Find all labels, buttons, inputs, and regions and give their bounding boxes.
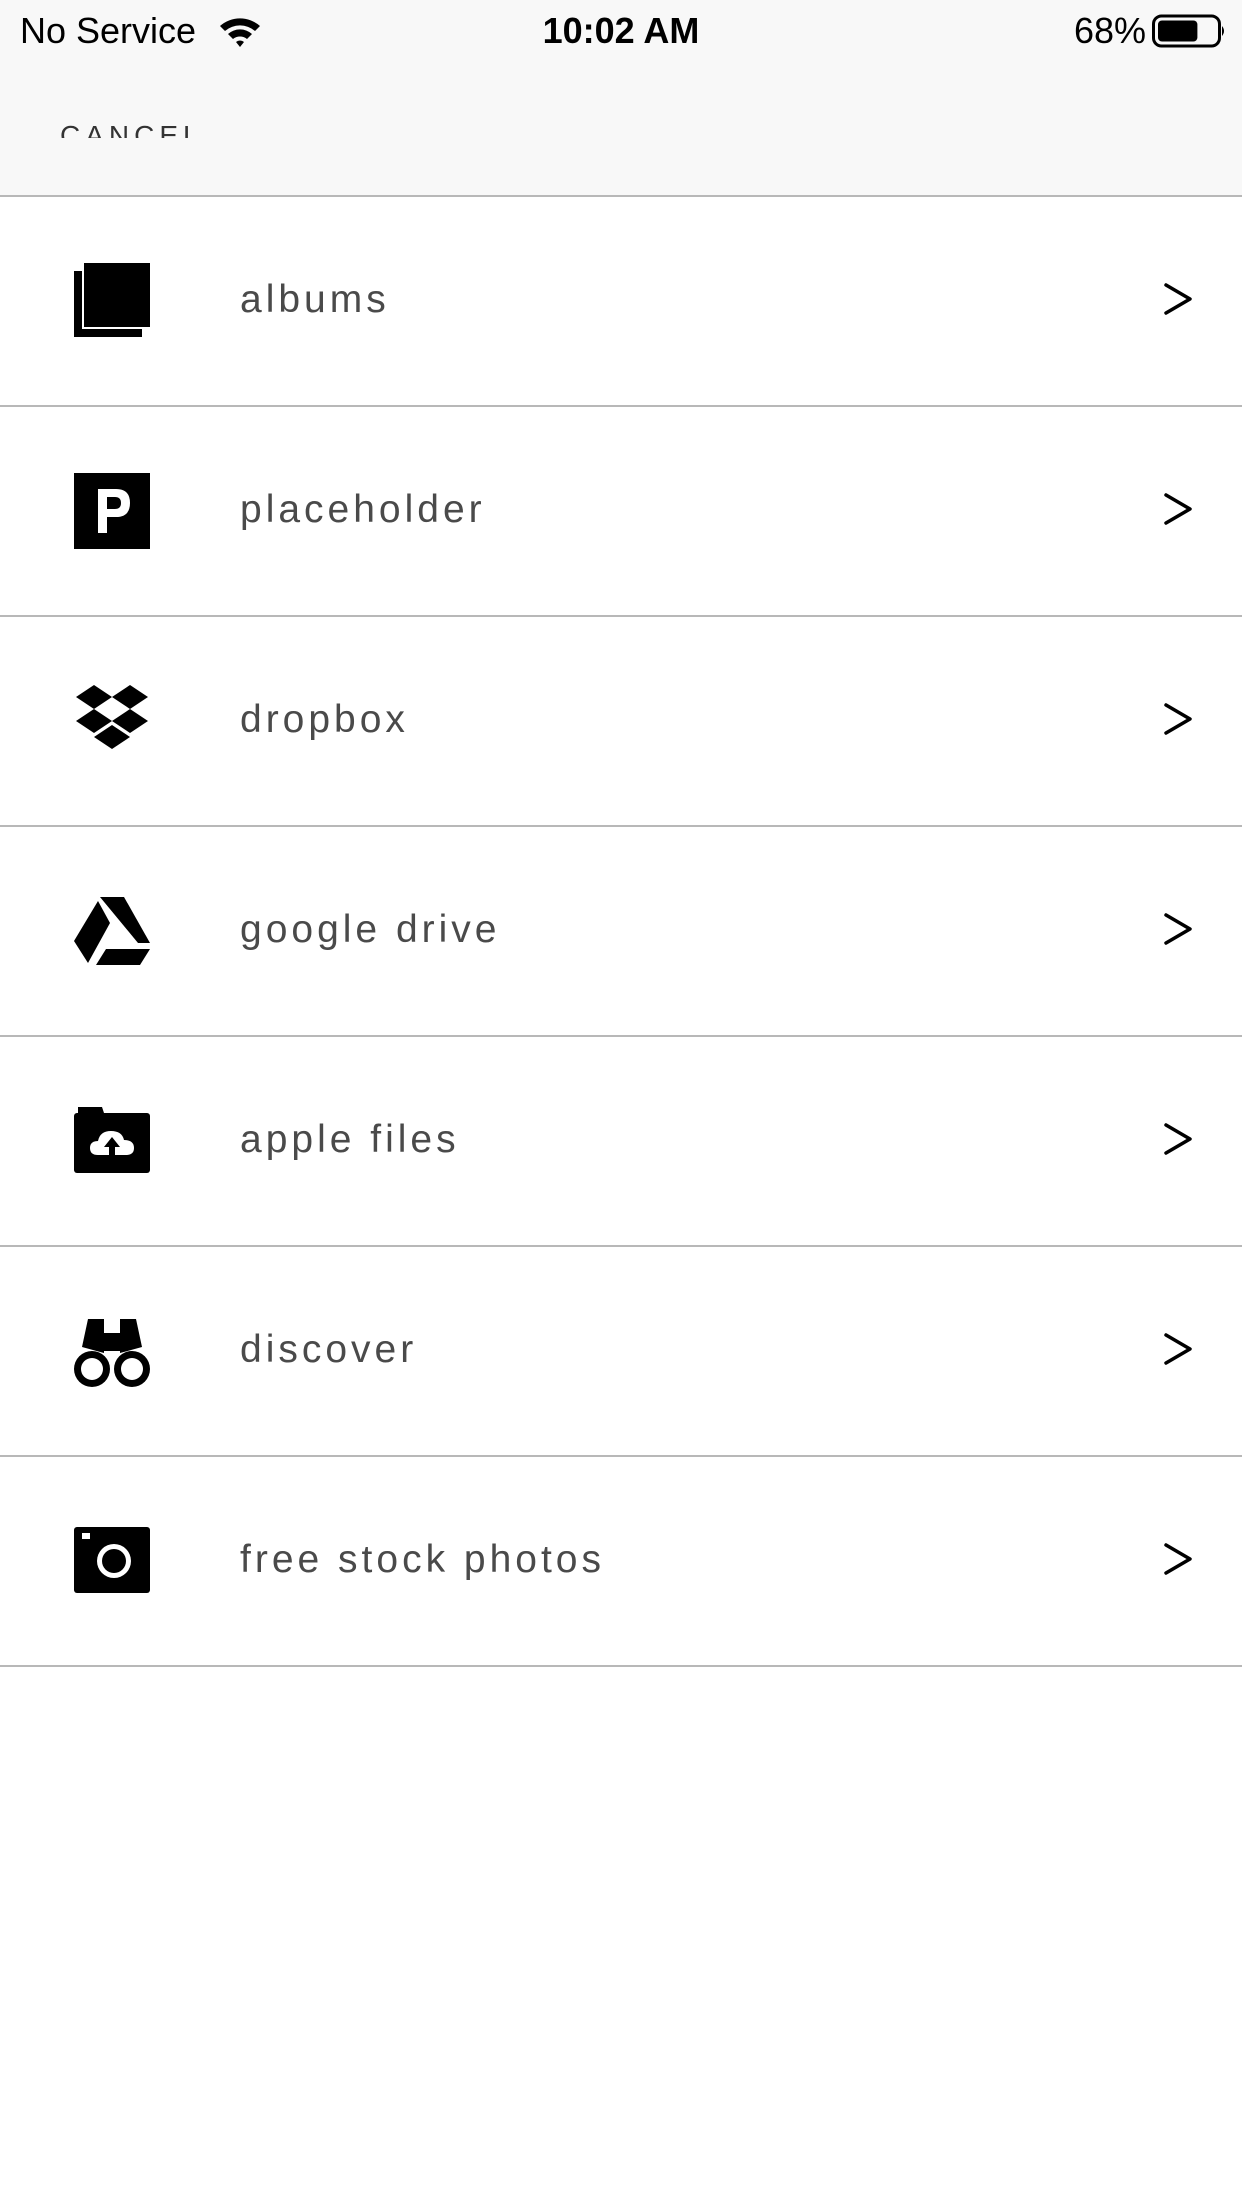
status-bar: No Service 10:02 AM 68%	[0, 0, 1242, 62]
source-menu: albums placeholder dropbox google drive …	[0, 197, 1242, 1667]
chevron-right-icon	[1164, 703, 1192, 735]
binoculars-icon	[74, 1319, 150, 1387]
battery-icon	[1152, 14, 1224, 48]
chevron-right-icon	[1164, 493, 1192, 525]
menu-item-label: discover	[240, 1328, 418, 1371]
menu-item-apple-files[interactable]: apple files	[0, 1037, 1242, 1247]
menu-item-label: google drive	[240, 908, 501, 951]
menu-item-label: free stock photos	[240, 1538, 605, 1581]
top-bar: No Service 10:02 AM 68% CANCEL	[0, 0, 1242, 197]
menu-item-label: albums	[240, 278, 390, 321]
albums-icon	[74, 263, 150, 337]
cloud-upload-folder-icon	[74, 1107, 150, 1173]
google-drive-icon	[74, 897, 150, 965]
dropbox-icon	[76, 685, 148, 749]
chevron-right-icon	[1164, 1543, 1192, 1575]
menu-item-albums[interactable]: albums	[0, 197, 1242, 407]
chevron-right-icon	[1164, 1333, 1192, 1365]
menu-item-free-stock-photos[interactable]: free stock photos	[0, 1457, 1242, 1667]
chevron-right-icon	[1164, 913, 1192, 945]
menu-item-label: dropbox	[240, 698, 409, 741]
chevron-right-icon	[1164, 283, 1192, 315]
battery-percent: 68%	[1073, 10, 1146, 51]
cancel-button[interactable]: CANCEL	[60, 116, 204, 138]
chevron-right-icon	[1164, 1123, 1192, 1155]
menu-item-dropbox[interactable]: dropbox	[0, 617, 1242, 827]
menu-item-discover[interactable]: discover	[0, 1247, 1242, 1457]
menu-item-label: apple files	[240, 1118, 460, 1161]
menu-item-placeholder[interactable]: placeholder	[0, 407, 1242, 617]
placeholder-icon	[74, 473, 150, 549]
menu-item-label: placeholder	[240, 488, 486, 531]
status-time: 10:02 AM	[542, 10, 700, 51]
menu-item-google-drive[interactable]: google drive	[0, 827, 1242, 1037]
camera-icon	[74, 1527, 150, 1593]
